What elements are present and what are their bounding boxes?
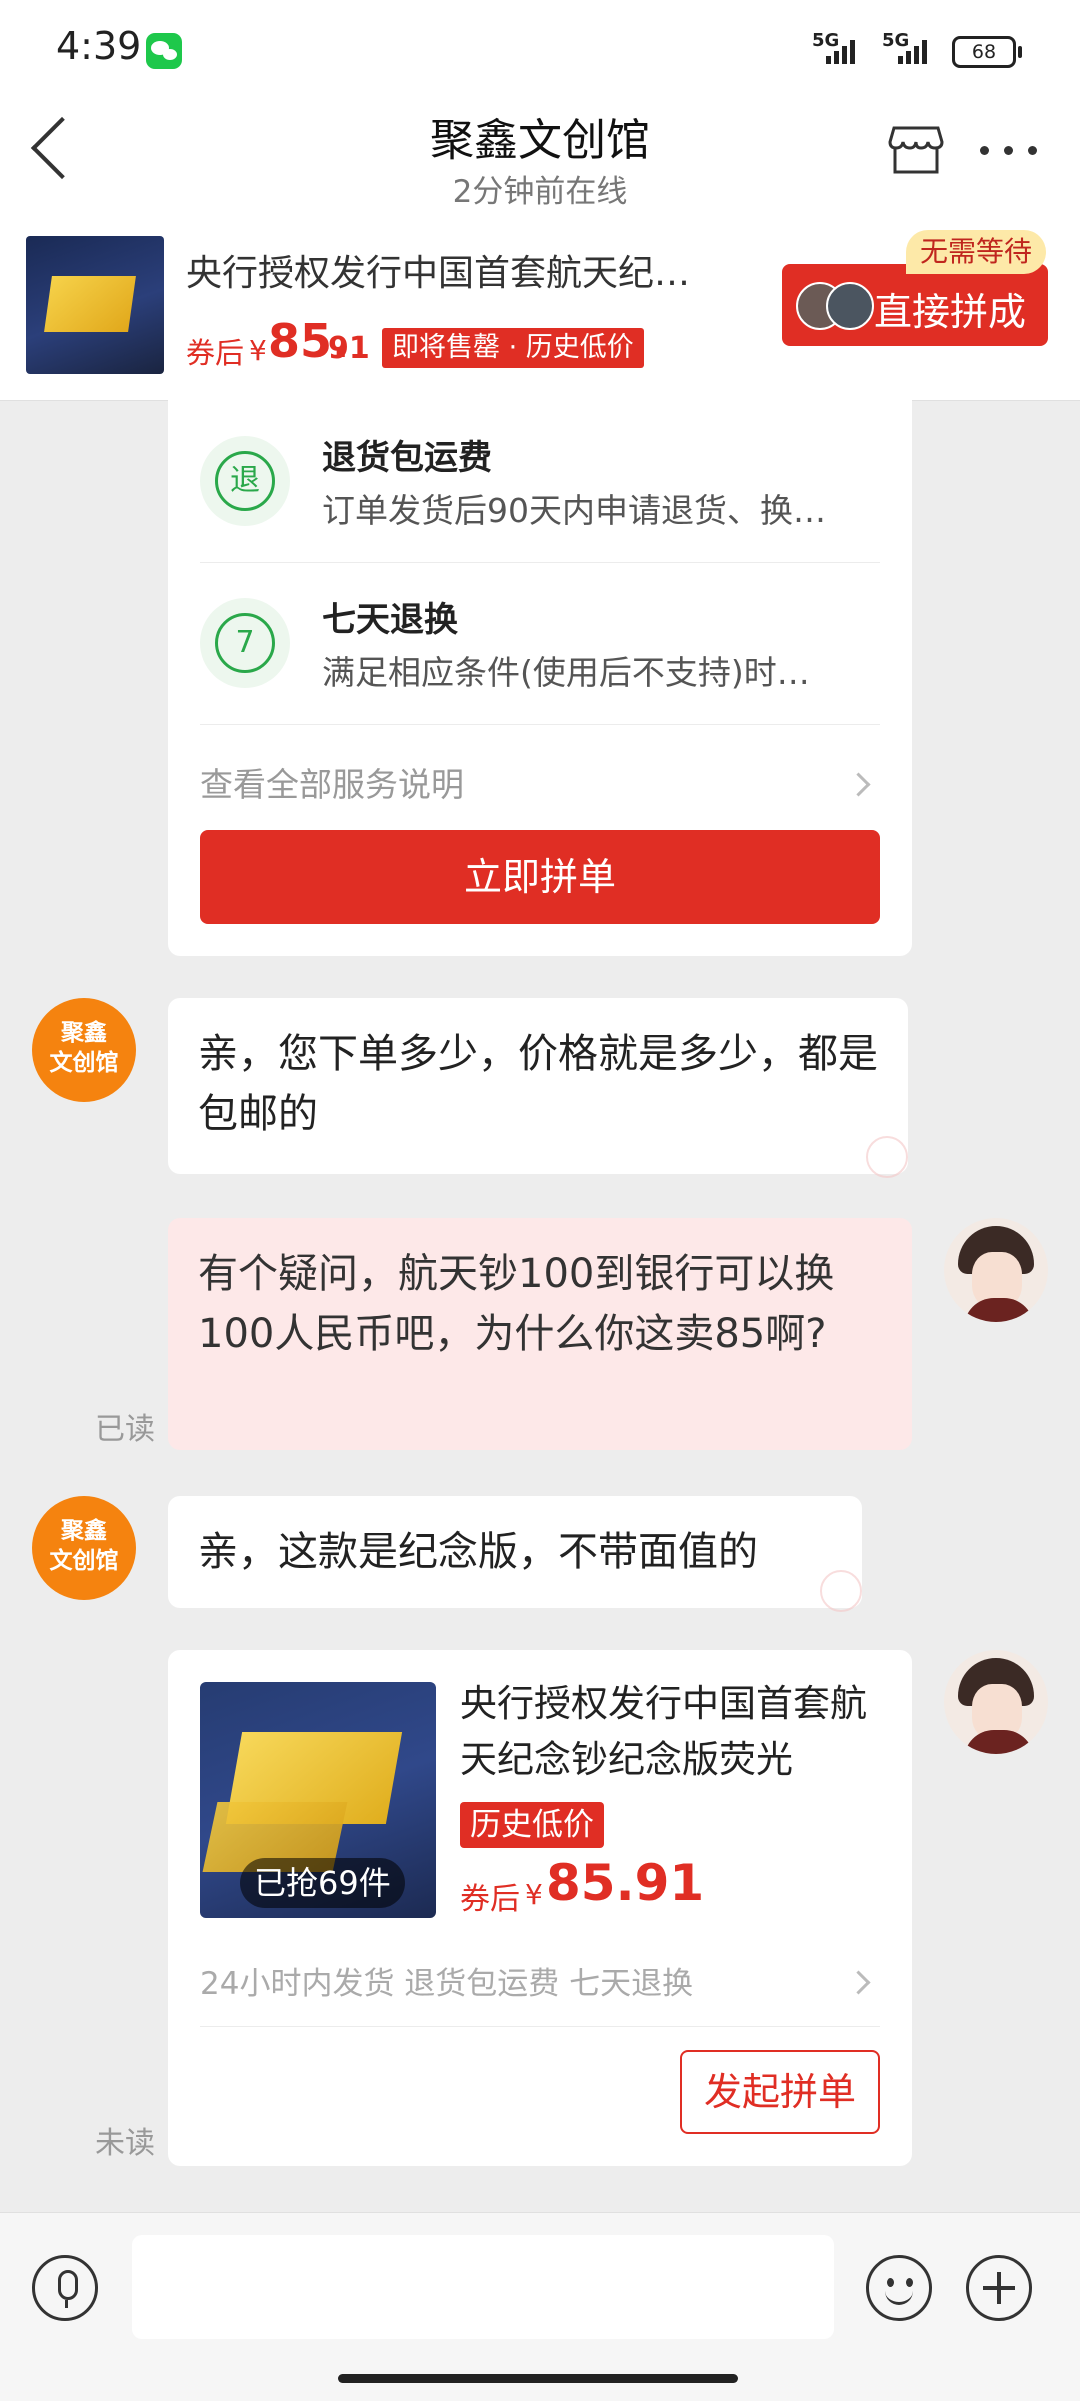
chevron-right-icon [846,1970,871,1995]
no-wait-badge: 无需等待 [906,230,1047,274]
user-avatar[interactable] [944,1650,1048,1754]
low-price-tag: 历史低价 [460,1802,604,1848]
service-title: 七天退换 [322,600,458,640]
chat-header: 聚鑫文创馆 2分钟前在线 [0,96,1080,226]
product-banner[interactable]: 央行授权发行中国首套航天纪… 券后 ¥ 85. 91 即将售罄 · 历史低价 直… [0,226,1080,401]
status-bar: 4:39 5G 5G 68 [0,0,1080,96]
more-icon[interactable] [980,146,1040,156]
product-thumbnail[interactable] [26,236,164,374]
product-card[interactable]: 已抢69件 央行授权发行中国首套航天纪念钞纪念版荧光 历史低价 券后 ¥ 85.… [168,1650,912,2166]
sale-tag: 即将售罄 · 历史低价 [382,328,644,368]
message-input[interactable] [132,2235,834,2339]
buyer-avatar [826,282,874,330]
banner-coupon-label: 券后 [186,336,245,370]
start-group-button[interactable]: 发起拼单 [680,2050,880,2134]
status-time: 4:39 [56,24,142,68]
emoji-icon[interactable] [866,2255,932,2321]
network-label-1: 5G [812,30,840,51]
user-avatar[interactable] [944,1218,1048,1322]
banner-currency: ¥ [249,334,267,367]
message-bubble-user[interactable]: 有个疑问，航天钞100到银行可以换100人民币吧，为什么你这卖85啊? [168,1218,912,1450]
service-card: 退 退货包运费 订单发货后90天内申请退货、换… 7 七天退换 满足相应条件(使… [168,400,912,956]
home-indicator[interactable] [338,2374,738,2383]
services-text: 24小时内发货 退货包运费 七天退换 [200,1966,694,2002]
service-item-seven-day[interactable]: 7 七天退换 满足相应条件(使用后不支持)时… [200,562,880,725]
product-title[interactable]: 央行授权发行中国首套航天纪念钞纪念版荧光 [460,1676,880,1788]
message-bubble-shop[interactable]: 亲，这款是纪念版，不带面值的 [168,1496,862,1608]
network-label-2: 5G [882,30,910,51]
product-services[interactable]: 24小时内发货 退货包运费 七天退换 [200,1946,880,2027]
return-icon: 退 [200,436,290,526]
chevron-right-icon [846,772,871,797]
store-icon[interactable] [888,120,944,176]
shop-avatar[interactable]: 聚鑫 文创馆 [32,998,136,1102]
view-all-services[interactable]: 查看全部服务说明 [200,746,880,826]
direct-group-button[interactable]: 直接拼成 [782,264,1048,346]
shop-avatar[interactable]: 聚鑫 文创馆 [32,1496,136,1600]
coupon-label: 券后 [460,1882,520,1917]
watermark-icon [866,1136,908,1178]
wechat-icon [146,33,182,69]
battery-icon: 68 [952,36,1022,68]
product-price: 85.91 [546,1854,705,1912]
direct-group-label: 直接拼成 [874,290,1027,334]
watermark-icon [820,1570,862,1612]
service-desc: 订单发货后90天内申请退货、换… [322,491,826,530]
order-now-button[interactable]: 立即拼单 [200,830,880,924]
product-image[interactable]: 已抢69件 [200,1682,436,1918]
input-bar [0,2212,1080,2401]
banner-price-dec: 91 [328,331,370,366]
read-status: 已读 [95,1412,155,1447]
service-title: 退货包运费 [322,438,492,478]
unread-status: 未读 [95,2126,155,2161]
seven-day-icon: 7 [200,598,290,688]
banner-product-title[interactable]: 央行授权发行中国首套航天纪… [186,244,736,296]
microphone-icon[interactable] [32,2255,98,2321]
service-desc: 满足相应条件(使用后不支持)时… [322,653,810,692]
sold-count: 已抢69件 [240,1858,405,1908]
view-all-label: 查看全部服务说明 [200,765,464,804]
message-bubble-shop[interactable]: 亲，您下单多少，价格就是多少，都是包邮的 [168,998,908,1174]
currency: ¥ [525,1878,543,1911]
service-item-return-shipping[interactable]: 退 退货包运费 订单发货后90天内申请退货、换… [200,400,880,563]
plus-icon[interactable] [966,2255,1032,2321]
